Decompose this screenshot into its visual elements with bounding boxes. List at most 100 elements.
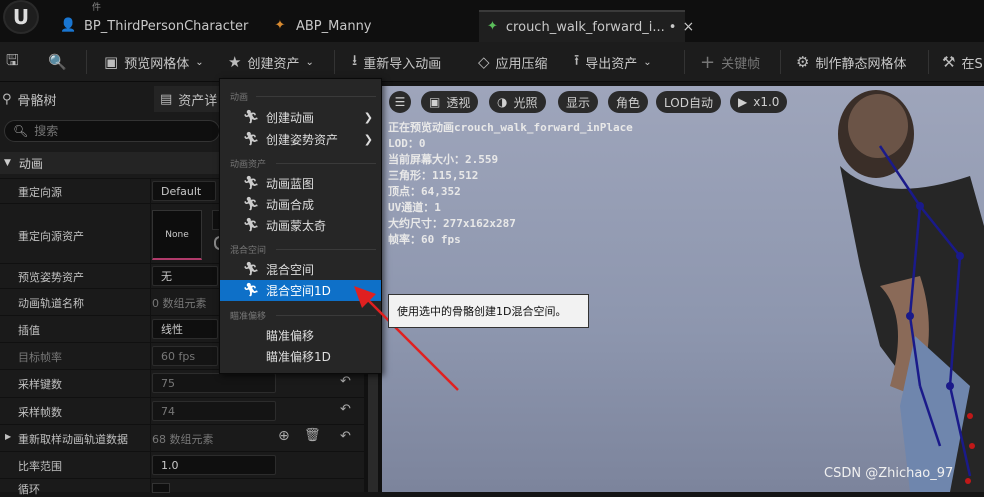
stat-approx-size: 大约尺寸：277x162x287 [388,217,516,230]
menu-item-label: 混合空间1D [266,284,331,298]
lod-button[interactable]: LOD自动 [656,91,721,113]
title-bar: U 件 👤 BP_ThirdPersonCharacter ✦ ABP_Mann… [0,0,984,42]
track-names-count: 0 数组元素 [152,297,207,310]
menu-header-anim-assets: 动画资产 [230,160,267,170]
export-asset-button[interactable]: ⭱ 导出资产 ⌄ [574,42,652,82]
search-box[interactable]: 🔍︎ [4,120,220,142]
preview-mesh-button[interactable]: ▣ 预览网格体 ⌄ [104,42,204,82]
section-label: 动画 [18,156,43,171]
reset-arrow-icon[interactable]: ↶ [340,429,351,444]
retarget-source-select[interactable]: Default [152,181,216,201]
sample-frames-field[interactable]: 74 [152,401,276,421]
play-rate-label: x1.0 [753,95,780,109]
tab-abp-manny[interactable]: ✦ ABP_Manny [272,10,468,42]
row-label: 采样帧数 [18,406,62,419]
show-button[interactable]: 显示 [558,91,599,113]
toolbar-divider [780,50,781,74]
create-asset-button[interactable]: ★ 创建资产 ⌄ [228,42,314,82]
export-icon: ⭱ [574,50,580,69]
modified-dot: • [668,19,677,35]
toolbar-divider [86,50,87,74]
viewport-menu-button[interactable]: ☰ [389,91,411,113]
tab-crouch-walk[interactable]: ✦ crouch_walk_forward_i... • × [479,10,694,42]
character-button[interactable]: 角色 [608,91,649,113]
asset-thumbnail[interactable]: None [152,210,202,260]
menu-divider [256,96,376,97]
play-icon: ▶ [738,95,748,109]
menu-item-blend-space[interactable]: 🏃︎ 混合空间 [220,259,381,280]
keyframe-button[interactable]: + 关键帧 [700,42,760,82]
tab-label: crouch_walk_forward_i... [505,19,665,35]
row-label: 目标帧率 [18,351,62,364]
expand-arrow-icon[interactable]: ▶ [5,432,11,441]
plus-icon: + [700,51,716,73]
tab-bp-third-person[interactable]: 👤 BP_ThirdPersonCharacter [60,10,256,42]
tab-label: BP_ThirdPersonCharacter [84,18,249,34]
reimport-button[interactable]: ⭳ 重新导入动画 [352,42,441,82]
row-label: 重定向源资产 [18,230,84,243]
details-icon: ▤ [160,91,173,107]
search-input[interactable] [34,124,215,138]
perspective-button[interactable]: ▣ 透视 [421,91,479,113]
row-label: 插值 [18,324,40,337]
tab-skeleton-tree[interactable]: ⚲ 骨骼树 [2,86,152,112]
chevron-down-icon: ⌄ [643,56,652,68]
anim-sequence-icon: ✦ [487,19,498,34]
resample-tracks-count: 68 数组元素 [152,433,214,446]
stat-framerate: 帧率：60 fps [388,233,461,246]
cube-icon: ▣ [429,95,441,109]
more-label: 在S [961,56,983,72]
play-rate-button[interactable]: ▶ x1.0 [730,91,788,113]
tab-skeleton-label: 骨骼树 [17,93,57,109]
menu-item-label: 瞄准偏移 [266,329,315,343]
menu-item-label: 动画蓝图 [266,177,315,191]
menu-item-create-pose-asset[interactable]: 🏃︎ 创建姿势资产 ❯ [220,129,381,150]
character-preview [838,90,984,492]
save-icon[interactable]: 🖫 [6,42,25,82]
tab-label: ABP_Manny [296,18,372,34]
stat-uv-channels: UV通道：1 [388,201,441,214]
stat-lod: LOD：0 [388,137,426,150]
menu-item-label: 创建动画 [266,111,315,125]
lit-button[interactable]: ◑ 光照 [489,91,546,113]
menu-item-anim-blueprint[interactable]: 🏃︎ 动画蓝图 [220,173,381,194]
search-icon: 🔍︎ [13,124,29,138]
export-asset-label: 导出资产 [585,56,638,72]
preview-pose-select[interactable]: 无 [152,266,218,286]
delete-icon[interactable]: 🗑︎ [304,428,321,443]
target-fps-field[interactable]: 60 fps [152,346,218,366]
menu-item-anim-montage[interactable]: 🏃︎ 动画蒙太奇 [220,215,381,236]
row-label: 比率范围 [18,460,62,473]
menu-item-anim-composite[interactable]: 🏃︎ 动画合成 [220,194,381,215]
unreal-logo-icon[interactable]: U [3,0,39,34]
menu-item-create-animation[interactable]: 🏃︎ 创建动画 ❯ [220,107,381,128]
anim-composite-icon: 🏃︎ [242,197,260,212]
add-element-icon[interactable]: ⊕ [278,428,290,444]
sample-keys-field[interactable]: 75 [152,373,276,393]
tab-asset-details[interactable]: ▤ 资产详 [154,86,224,112]
pose-icon: 🏃︎ [242,132,260,147]
lod-label: LOD自动 [664,95,713,110]
collapse-arrow-icon: ▼ [4,158,11,168]
tab-asset-label: 资产详 [178,93,218,109]
row-sample-frames: 采样帧数 74 ↶ [0,397,364,423]
character-label: 角色 [616,95,641,110]
make-static-mesh-button[interactable]: ⚙ 制作静态网格体 [796,42,906,82]
reset-arrow-icon[interactable]: ↶ [340,402,351,417]
menu-item-label: 创建姿势资产 [266,133,339,147]
row-label: 循环 [18,483,40,496]
close-tab-icon[interactable]: × [682,19,694,35]
anim-montage-icon: 🏃︎ [242,218,260,233]
apply-compression-button[interactable]: ◇ 应用压缩 [478,42,548,82]
mesh-icon: ▣ [104,53,119,71]
menu-file[interactable]: 件 [92,0,101,13]
browse-asset-icon[interactable]: 🔍 [48,42,73,82]
more-button[interactable]: ⚒ 在S [942,42,983,82]
interpolation-select[interactable]: 线性 [152,319,218,339]
rate-scale-field[interactable]: 1.0 [152,455,276,475]
toolbar-divider [928,50,929,74]
blend-space-1d-icon: 🏃︎ [242,283,260,298]
static-mesh-icon: ⚙ [796,53,810,71]
anim-blueprint-icon: 🏃︎ [242,176,260,191]
row-label: 重新取样动画轨道数据 [18,433,128,446]
